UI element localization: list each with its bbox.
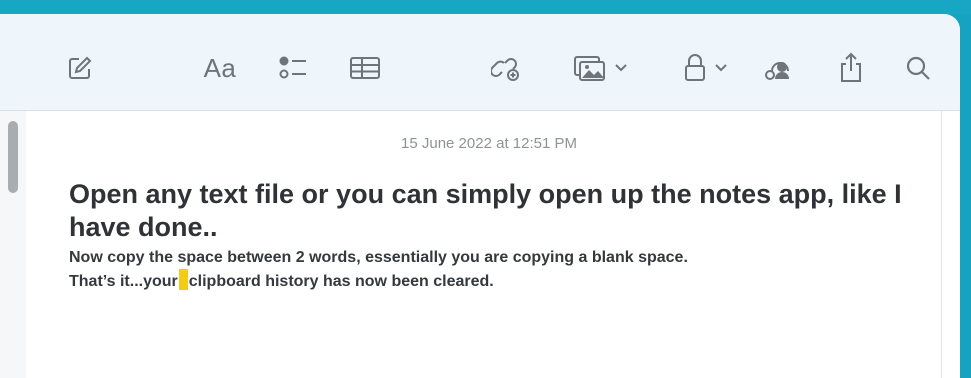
note-date: 15 June 2022 at 12:51 PM [401, 135, 577, 152]
lock-icon [683, 53, 707, 83]
note-title[interactable]: Open any text file or you can simply ope… [69, 178, 929, 244]
desktop-background [0, 0, 971, 14]
notes-window: Aa 15 June 2022 at 12:51 PM Open any tex… [0, 14, 960, 378]
note-body-line-2-end: clipboard history has now been cleared. [188, 273, 494, 290]
chevron-down-icon [615, 64, 627, 72]
note-body[interactable]: Now copy the space between 2 words, esse… [69, 246, 929, 293]
scrollbar-thumb[interactable] [8, 121, 18, 193]
share-icon [838, 52, 864, 84]
search-button[interactable] [900, 51, 936, 85]
link-button[interactable] [487, 51, 527, 85]
selected-space-highlight [178, 269, 188, 290]
table-button[interactable] [345, 51, 385, 85]
compose-icon [67, 55, 93, 81]
media-button[interactable] [564, 51, 636, 85]
format-aa-icon: Aa [203, 52, 237, 83]
note-editor[interactable]: 15 June 2022 at 12:51 PM Open any text f… [0, 111, 960, 378]
collaborate-icon [764, 53, 796, 83]
checklist-icon [278, 54, 310, 82]
format-button[interactable]: Aa [198, 51, 242, 85]
collaborate-button[interactable] [760, 51, 800, 85]
search-icon [905, 55, 931, 81]
checklist-button[interactable] [275, 51, 313, 85]
note-body-line-2-start: That’s it...your [69, 273, 178, 290]
note-body-line-1: Now copy the space between 2 words, esse… [69, 249, 688, 266]
toolbar: Aa [0, 14, 960, 111]
lock-button[interactable] [672, 51, 738, 85]
share-button[interactable] [833, 51, 869, 85]
chevron-down-icon [715, 64, 727, 72]
table-icon [349, 55, 381, 81]
photo-icon [573, 54, 607, 82]
new-note-button[interactable] [63, 51, 97, 85]
link-icon [491, 53, 523, 83]
